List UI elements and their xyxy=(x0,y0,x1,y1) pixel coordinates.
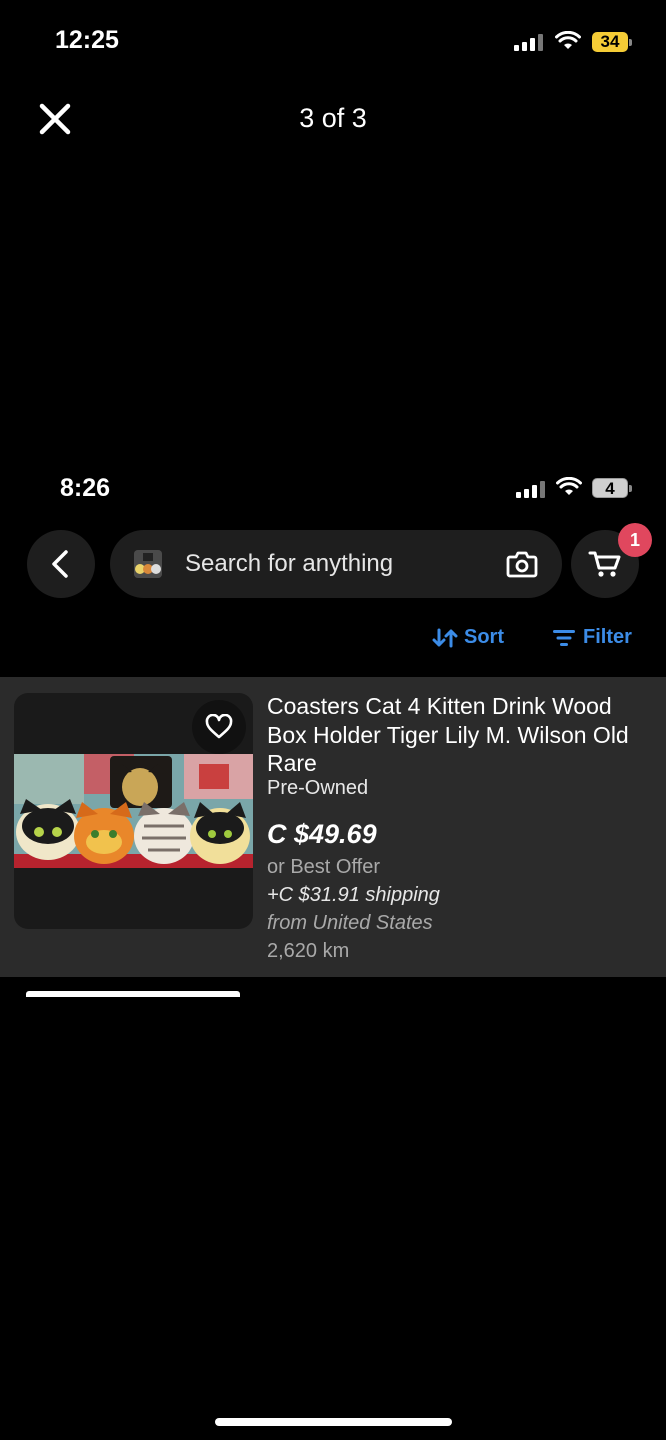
cart-count-badge: 1 xyxy=(618,523,652,557)
search-input[interactable]: Search for anything xyxy=(185,550,393,578)
battery-icon: 34 xyxy=(592,32,632,52)
next-listing-edge xyxy=(26,991,240,997)
shipping-cost: +C $31.91 shipping xyxy=(267,884,440,906)
filter-button[interactable]: Filter xyxy=(553,626,632,649)
home-indicator[interactable] xyxy=(215,1418,452,1426)
listing-price: C $49.69 xyxy=(267,819,377,849)
inner-cellular-signal-icon xyxy=(516,481,545,498)
best-offer-label: or Best Offer xyxy=(267,856,381,878)
sort-button[interactable]: Sort xyxy=(432,626,504,649)
heart-icon xyxy=(205,714,233,739)
listing-photo[interactable] xyxy=(14,754,253,868)
inner-battery-icon: 4 xyxy=(592,478,632,498)
viewer-page-counter: 3 of 3 xyxy=(299,103,367,133)
watch-button[interactable] xyxy=(192,700,246,754)
wifi-icon xyxy=(555,31,581,49)
search-image-thumbnail[interactable] xyxy=(134,550,162,578)
cellular-signal-icon xyxy=(514,34,543,51)
sort-label: Sort xyxy=(464,626,504,648)
cart-icon xyxy=(588,551,621,577)
item-origin: from United States xyxy=(267,912,433,934)
back-icon xyxy=(52,550,68,578)
status-time: 12:25 xyxy=(55,26,119,54)
inner-status-time: 8:26 xyxy=(60,474,111,502)
inner-wifi-icon xyxy=(556,477,582,495)
item-distance: 2,620 km xyxy=(267,940,350,962)
filter-label: Filter xyxy=(583,626,632,648)
listing-title[interactable]: Coasters Cat 4 Kitten Drink Wood Box Hol… xyxy=(267,692,647,778)
sort-icon xyxy=(432,628,458,647)
camera-icon[interactable] xyxy=(506,549,538,579)
filter-icon xyxy=(553,629,575,646)
listing-condition: Pre-Owned xyxy=(267,777,369,799)
back-button[interactable] xyxy=(27,530,95,598)
